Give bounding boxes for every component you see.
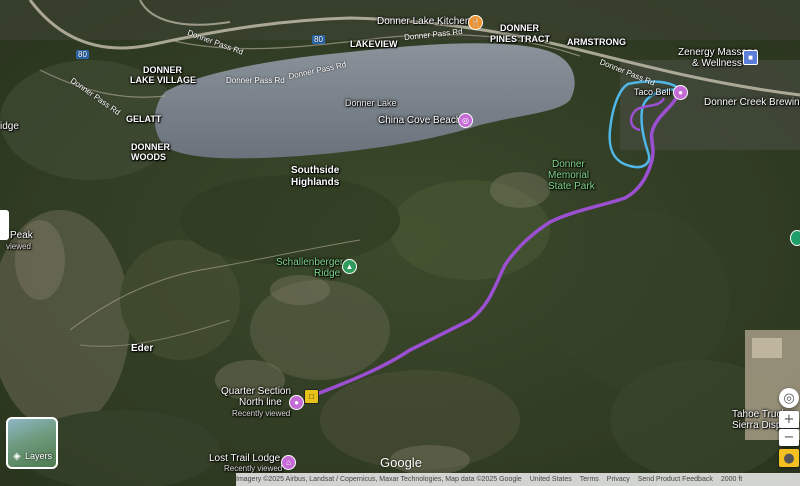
privacy-link[interactable]: Privacy: [607, 476, 630, 483]
label-donner-memorial-2[interactable]: Memorial: [548, 171, 589, 181]
label-quarter-section-1[interactable]: Quarter Section: [221, 387, 291, 397]
label-left-ridge: idge: [0, 121, 19, 132]
label-taco-bell[interactable]: Taco Bell: [634, 88, 671, 97]
terms-link[interactable]: Terms: [580, 476, 599, 483]
label-donner-lake-kitchen[interactable]: Donner Lake Kitchen: [377, 17, 470, 27]
label-quarter-section-2[interactable]: North line: [239, 398, 282, 408]
pegman-icon[interactable]: ●: [779, 449, 799, 467]
interstate-shield-icon: 80: [76, 50, 89, 59]
lodge-pin-icon[interactable]: ⌂: [281, 455, 296, 470]
my-location-icon[interactable]: ◎: [779, 388, 799, 408]
satellite-map[interactable]: [0, 0, 800, 486]
label-lakeview: LAKEVIEW: [350, 39, 398, 49]
label-donner-lake-village-1: DONNER: [143, 65, 183, 75]
layers-button[interactable]: ◈ Layers: [6, 417, 58, 469]
mountain-pin-icon[interactable]: ▲: [342, 259, 357, 274]
country-link[interactable]: United States: [530, 476, 572, 483]
person-pin-icon[interactable]: ●: [289, 395, 304, 410]
label-donner-lake[interactable]: Donner Lake: [345, 99, 397, 108]
imagery-attribution: Imagery ©2025 Airbus, Landsat / Copernic…: [236, 476, 522, 483]
road-label-donner-pass-4: Donner Pass Rd: [226, 76, 285, 85]
restaurant-pin-icon[interactable]: 🍴: [468, 15, 483, 30]
label-lost-trail-lodge[interactable]: Lost Trail Lodge: [209, 454, 280, 464]
label-schallenberger-1[interactable]: Schallenberger: [276, 258, 343, 268]
zoom-out-button[interactable]: −: [779, 429, 799, 446]
label-donner-lake-village-2: LAKE VILLAGE: [130, 75, 197, 85]
layers-label: Layers: [25, 451, 53, 461]
map-pin-icon[interactable]: [790, 230, 800, 246]
label-donner-woods-1: DONNER: [131, 142, 171, 152]
label-lost-trail-recent: Recently viewed: [224, 464, 283, 473]
feedback-link[interactable]: Send Product Feedback: [638, 476, 713, 483]
poi-pin-icon[interactable]: ●: [673, 85, 688, 100]
route-endpoint-icon[interactable]: □: [304, 389, 319, 404]
scale-label[interactable]: 2000 ft: [721, 476, 742, 483]
label-left-viewed: viewed: [6, 242, 31, 251]
label-southside-1: Southside: [291, 165, 340, 176]
label-china-cove-beach[interactable]: China Cove Beach: [378, 116, 461, 126]
attribution-bar: Imagery ©2025 Airbus, Landsat / Copernic…: [236, 473, 800, 486]
interstate-shield-icon: 80: [312, 35, 325, 44]
label-armstrong: ARMSTRONG: [567, 37, 626, 47]
label-zenergy-2[interactable]: & Wellness: [692, 59, 742, 69]
beach-pin-icon[interactable]: ◎: [458, 113, 473, 128]
label-donner-pines-1: DONNER: [500, 23, 540, 33]
label-donner-memorial-3[interactable]: State Park: [548, 182, 595, 192]
label-donner-memorial-1[interactable]: Donner: [552, 160, 585, 170]
label-quarter-recent: Recently viewed: [232, 409, 291, 418]
label-donner-pines-2: PINES TRACT: [490, 34, 551, 44]
label-donner-creek-brewing[interactable]: Donner Creek Brewing: [704, 98, 800, 108]
label-schallenberger-2[interactable]: Ridge: [314, 269, 340, 279]
zoom-in-button[interactable]: +: [779, 411, 799, 428]
side-panel-edge[interactable]: [0, 210, 9, 240]
label-left-peak[interactable]: Peak: [10, 231, 33, 241]
label-donner-woods-2: WOODS: [131, 152, 166, 162]
google-logo: Google: [380, 455, 422, 470]
label-southside-2: Highlands: [291, 177, 340, 188]
label-gelatt: GELATT: [126, 114, 162, 124]
layers-icon: ◈: [13, 451, 21, 462]
label-eder: Eder: [131, 343, 154, 354]
shop-pin-icon[interactable]: ■: [743, 50, 758, 65]
